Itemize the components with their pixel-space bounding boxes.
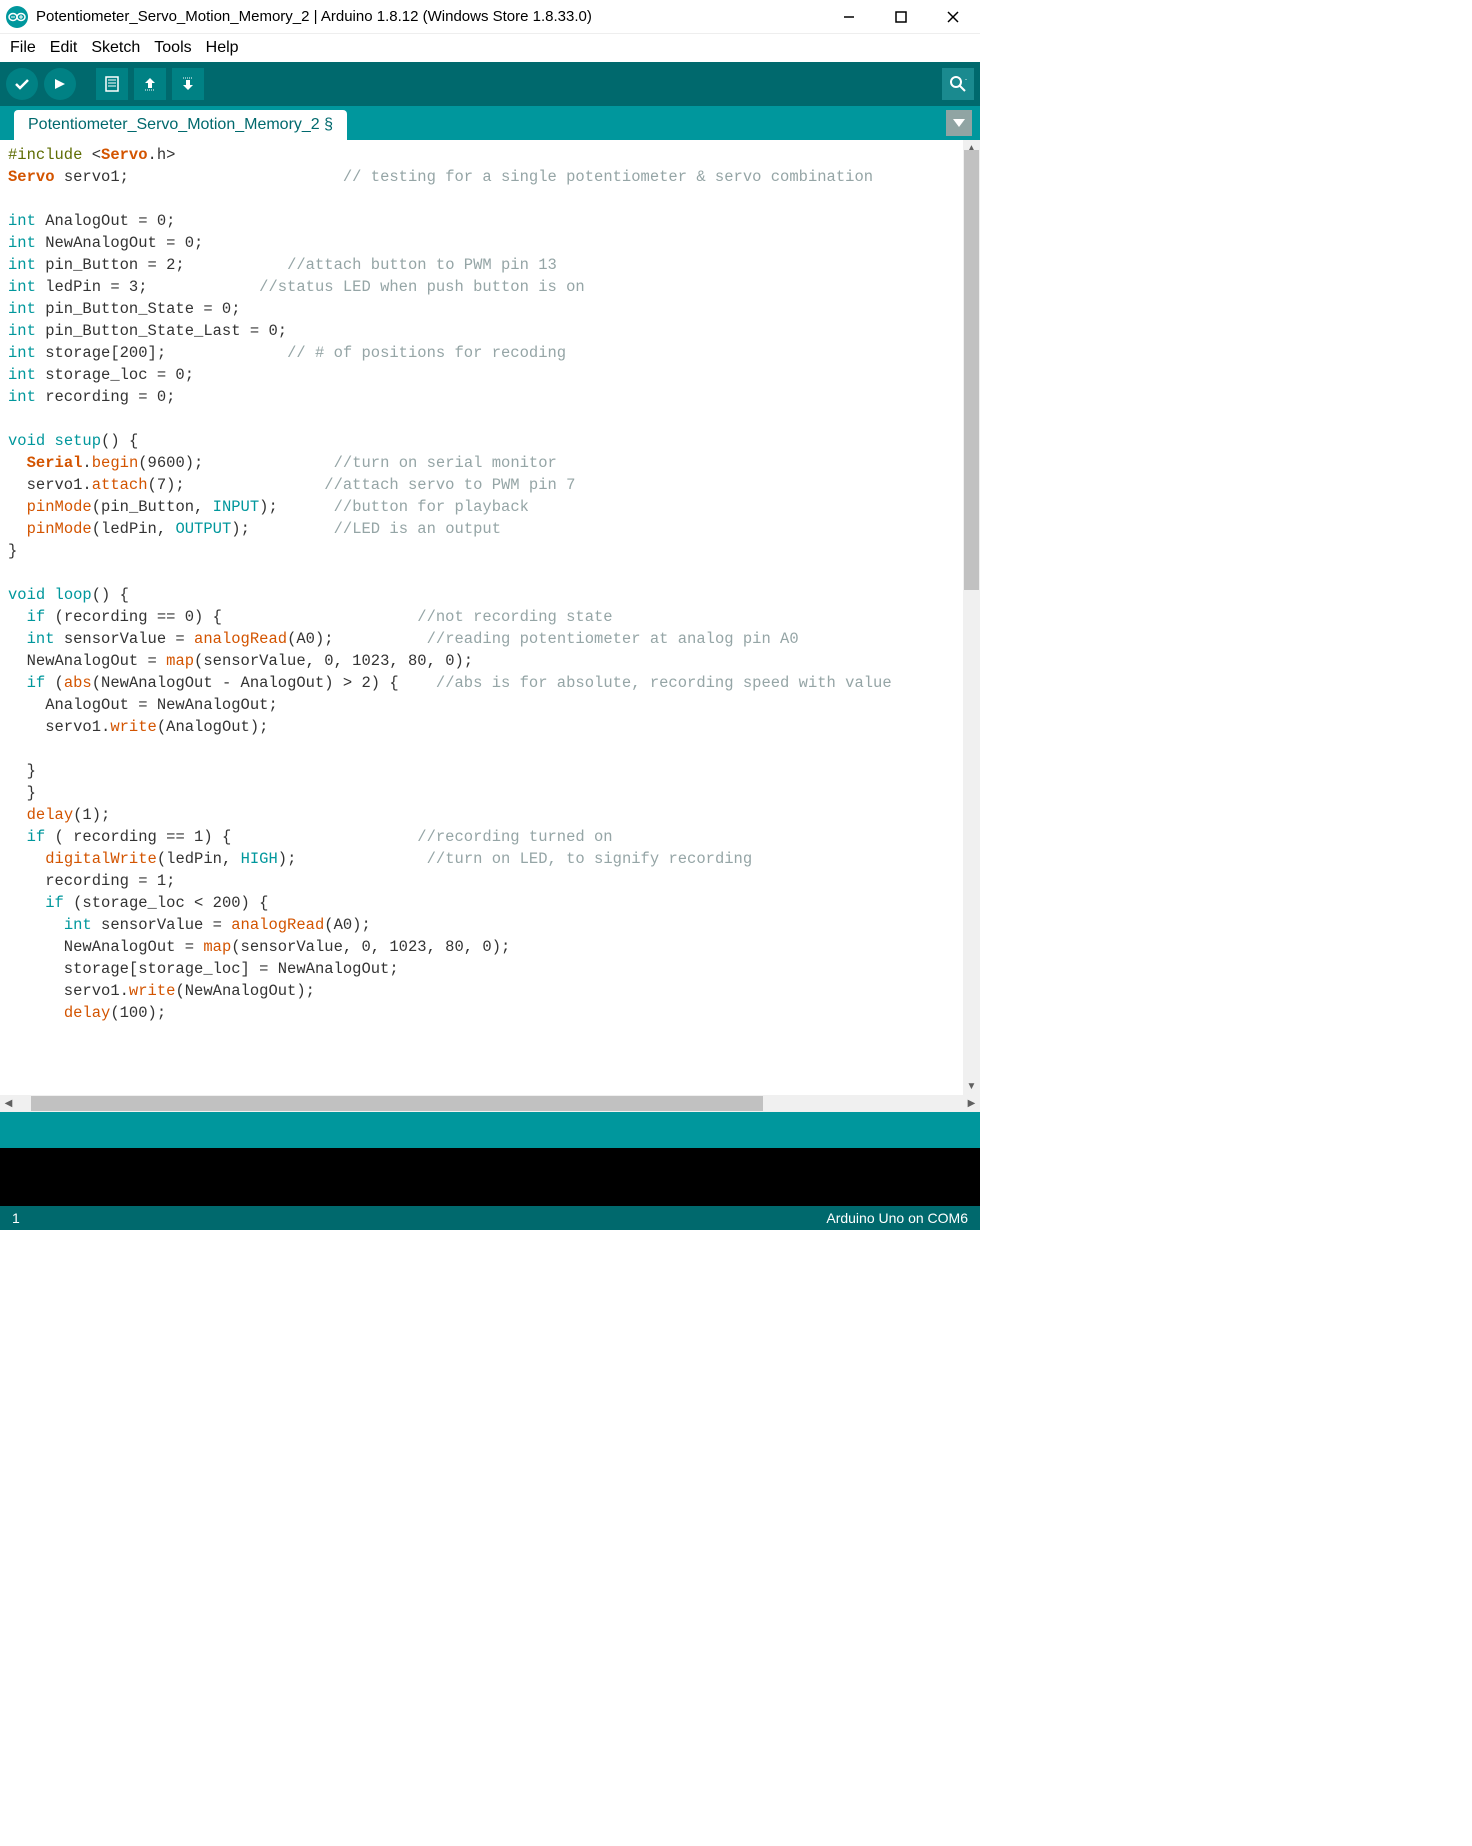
- tab-strip: Potentiometer_Servo_Motion_Memory_2 §: [0, 106, 980, 140]
- console-header: [0, 1112, 980, 1148]
- status-line-number: 1: [12, 1210, 20, 1226]
- menu-edit[interactable]: Edit: [44, 37, 84, 59]
- toolbar: -: [0, 62, 980, 106]
- horizontal-scrollbar[interactable]: ◀ ▶: [0, 1095, 980, 1112]
- upload-button[interactable]: [44, 68, 76, 100]
- scroll-right-icon[interactable]: ▶: [963, 1098, 980, 1109]
- svg-text:-: -: [965, 77, 967, 83]
- vertical-scrollbar[interactable]: ▲ ▼: [963, 140, 980, 1095]
- vscroll-thumb[interactable]: [964, 150, 979, 590]
- save-button[interactable]: [172, 68, 204, 100]
- open-button[interactable]: [134, 68, 166, 100]
- verify-button[interactable]: [6, 68, 38, 100]
- titlebar: Potentiometer_Servo_Motion_Memory_2 | Ar…: [0, 0, 980, 34]
- minimize-button[interactable]: [836, 4, 862, 30]
- new-button[interactable]: [96, 68, 128, 100]
- window-controls: [836, 4, 966, 30]
- menu-tools[interactable]: Tools: [148, 37, 197, 59]
- hscroll-thumb[interactable]: [31, 1096, 763, 1111]
- close-button[interactable]: [940, 4, 966, 30]
- menu-help[interactable]: Help: [200, 37, 245, 59]
- tab-menu-button[interactable]: [946, 110, 972, 136]
- editor-area: #include <Servo.h> Servo servo1; // test…: [0, 140, 980, 1095]
- menu-sketch[interactable]: Sketch: [85, 37, 146, 59]
- sketch-tab[interactable]: Potentiometer_Servo_Motion_Memory_2 §: [14, 110, 347, 140]
- scroll-left-icon[interactable]: ◀: [0, 1098, 17, 1109]
- code-editor[interactable]: #include <Servo.h> Servo servo1; // test…: [0, 140, 963, 1095]
- arduino-logo-icon: [6, 6, 28, 28]
- status-board-port: Arduino Uno on COM6: [826, 1210, 968, 1226]
- statusbar: 1 Arduino Uno on COM6: [0, 1206, 980, 1230]
- maximize-button[interactable]: [888, 4, 914, 30]
- scroll-down-icon[interactable]: ▼: [963, 1078, 980, 1095]
- menu-file[interactable]: File: [4, 37, 42, 59]
- serial-monitor-button[interactable]: -: [942, 68, 974, 100]
- window-title: Potentiometer_Servo_Motion_Memory_2 | Ar…: [36, 8, 836, 25]
- menubar: File Edit Sketch Tools Help: [0, 34, 980, 62]
- console-output[interactable]: [0, 1148, 980, 1206]
